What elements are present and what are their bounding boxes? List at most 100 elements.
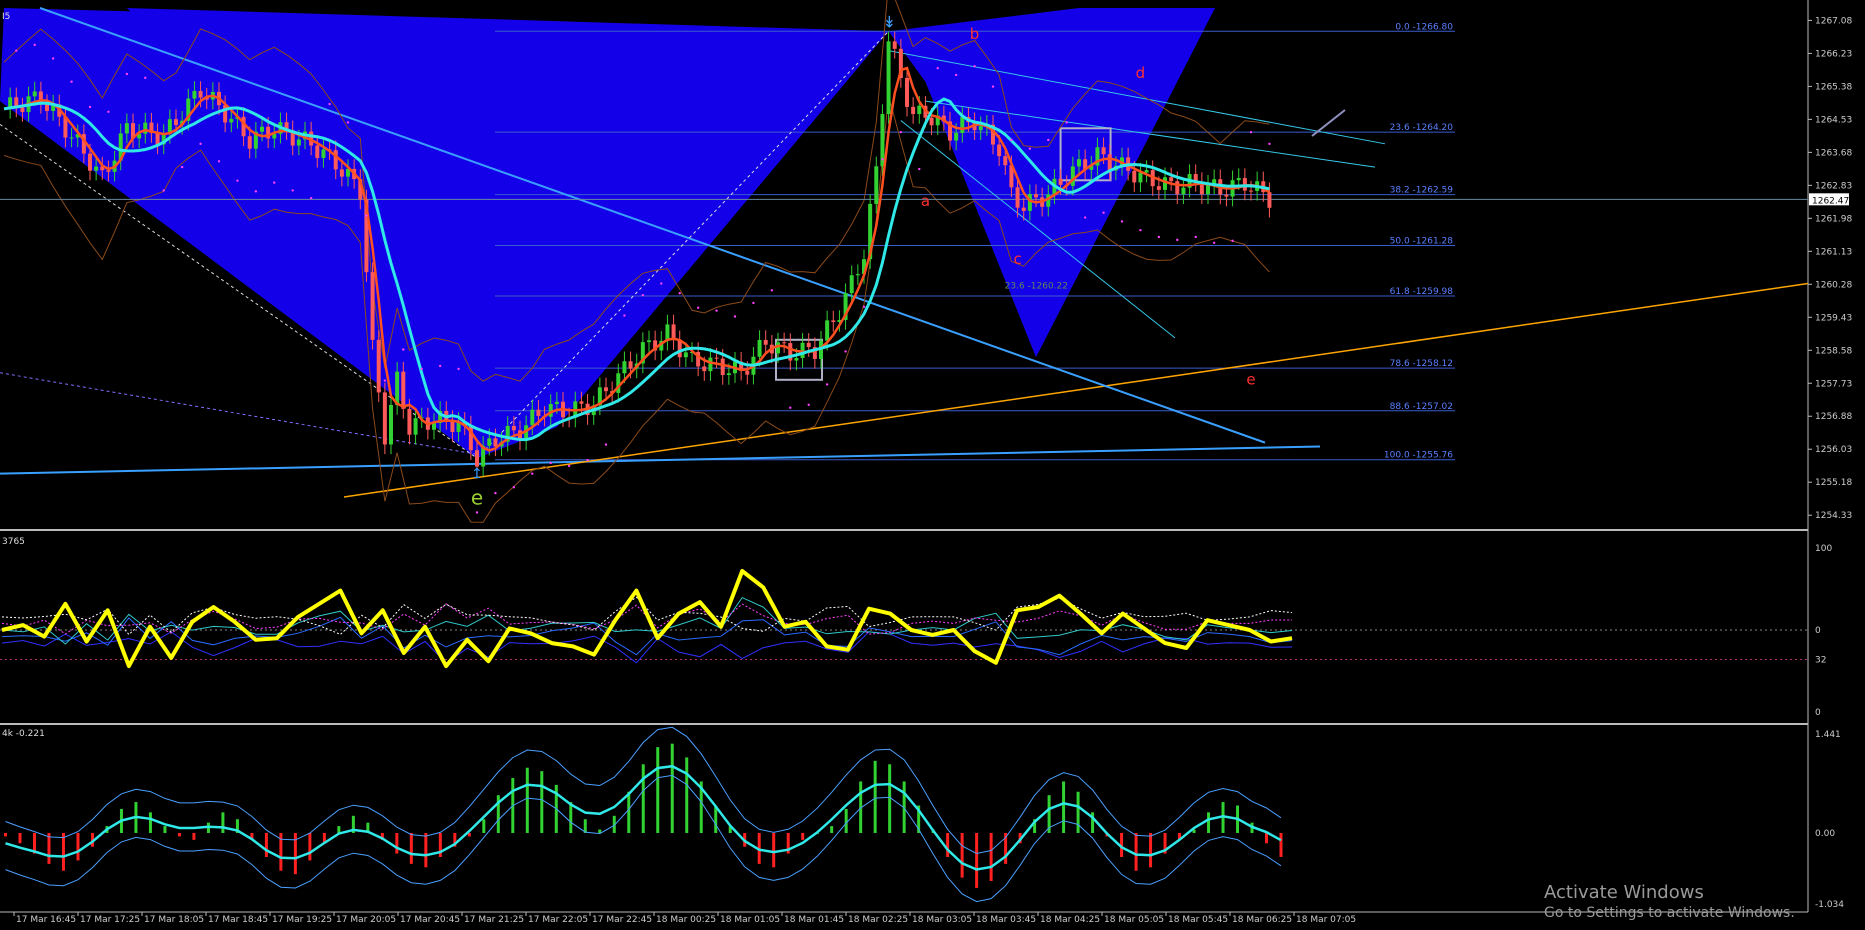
price-tick-label: 1259.43 [1815, 313, 1852, 323]
sar-dot [1102, 211, 1105, 214]
candle-body [376, 339, 381, 393]
candle-body [339, 169, 344, 177]
candle-body [229, 118, 234, 123]
wave-label: a [921, 192, 930, 210]
candle-body [628, 361, 633, 369]
sar-dot [1231, 239, 1234, 243]
histogram-tick-label: -1.034 [1815, 900, 1844, 910]
sar-dot [899, 130, 903, 134]
candle-body [315, 145, 320, 158]
time-tick-label: 17 Mar 19:25 [272, 915, 332, 925]
candle-body [622, 361, 627, 374]
sar-dot [567, 464, 571, 468]
sar-dot [715, 309, 718, 312]
fib-level-label: 38.2 -1262.59 [1390, 186, 1454, 196]
histogram-bar [1134, 832, 1138, 871]
price-tick-label: 1262.83 [1815, 181, 1852, 191]
sar-dot [770, 289, 774, 292]
sar-dot [51, 57, 55, 60]
time-tick-label: 17 Mar 22:05 [528, 915, 588, 925]
time-tick-label: 18 Mar 03:05 [912, 915, 972, 925]
histogram-bar [1062, 781, 1066, 833]
sar-dot [862, 305, 866, 309]
histogram-bar [409, 832, 413, 864]
histogram-bar [18, 832, 22, 844]
time-tick-label: 18 Mar 01:45 [784, 915, 844, 925]
sar-dot [309, 196, 313, 200]
sar-dot [346, 121, 350, 124]
time-tick-label: 18 Mar 07:05 [1296, 915, 1356, 925]
sar-dot [15, 49, 18, 52]
sar-dot [641, 293, 645, 297]
price-tick-label: 1255.18 [1815, 478, 1852, 488]
histogram-bar [540, 771, 544, 833]
candle-body [511, 425, 516, 431]
candle-body [1101, 147, 1106, 155]
sar-dot [88, 105, 92, 109]
candle-body [1144, 170, 1149, 173]
candle-body [677, 340, 682, 358]
sar-dot [1028, 147, 1032, 150]
sar-dot [162, 189, 165, 192]
candle-body [825, 320, 830, 341]
candle-body [401, 371, 406, 409]
candle-body [548, 403, 553, 417]
candle-body [88, 153, 92, 171]
histogram-bar [47, 832, 51, 864]
sar-dot [696, 306, 700, 309]
histogram-bar [960, 832, 964, 878]
candle-body [1206, 184, 1210, 195]
candle-body [493, 438, 498, 447]
sar-dot [1120, 220, 1124, 223]
candle-body [143, 122, 148, 134]
candle-body [1132, 170, 1137, 183]
candle-body [917, 105, 922, 115]
histogram-bar [1149, 832, 1153, 868]
sar-dot [383, 379, 387, 382]
sar-dot [844, 350, 847, 353]
sar-dot [328, 102, 331, 106]
sar-dot [217, 160, 221, 163]
histogram-bar [1265, 832, 1269, 844]
candle-body [702, 366, 707, 372]
candle-body [1236, 178, 1241, 181]
candle-body [198, 90, 203, 98]
candle-body [1224, 194, 1229, 197]
candle-body [831, 320, 836, 322]
sar-dot [1176, 238, 1179, 242]
time-tick-label: 17 Mar 18:45 [208, 915, 268, 925]
up-arrow-marker: ↥ [471, 466, 483, 482]
time-tick-label: 17 Mar 18:05 [144, 915, 204, 925]
trading-chart[interactable]: 0.0 -1266.80 23.6 -1264.20 38.2 -1262.59 50… [0, 0, 1865, 930]
candle-body [32, 91, 37, 97]
candle-body [1169, 177, 1174, 182]
candle-body [757, 339, 762, 357]
histogram-bar [192, 832, 196, 840]
sar-dot [236, 179, 239, 182]
histogram-bar [1279, 832, 1283, 858]
oscillator-tick-label: 32 [1815, 656, 1826, 666]
histogram-bar [641, 764, 645, 833]
sar-dot [752, 301, 755, 305]
time-tick-label: 18 Mar 05:05 [1104, 915, 1164, 925]
histogram-bar [424, 832, 428, 868]
candle-body [1175, 181, 1180, 195]
histogram-bar [525, 767, 529, 833]
sar-dot [678, 292, 681, 295]
candle-body [1003, 156, 1008, 166]
time-tick-label: 18 Mar 03:45 [976, 915, 1036, 925]
sar-dot [825, 383, 829, 386]
histogram-bar [975, 832, 979, 888]
sar-dot [291, 189, 294, 192]
candle-body [554, 401, 559, 404]
current-price-label: 1262.47 [1812, 196, 1849, 206]
candle-body [905, 77, 909, 107]
candle-body [1070, 166, 1075, 186]
histogram-title: 4k -0.221 [2, 729, 45, 739]
histogram-bar [395, 832, 399, 854]
candle-body [321, 149, 326, 158]
sar-dot [1249, 130, 1253, 134]
candle-body [708, 357, 713, 372]
wave-label: d [1136, 64, 1146, 82]
histogram-bar [308, 832, 312, 861]
